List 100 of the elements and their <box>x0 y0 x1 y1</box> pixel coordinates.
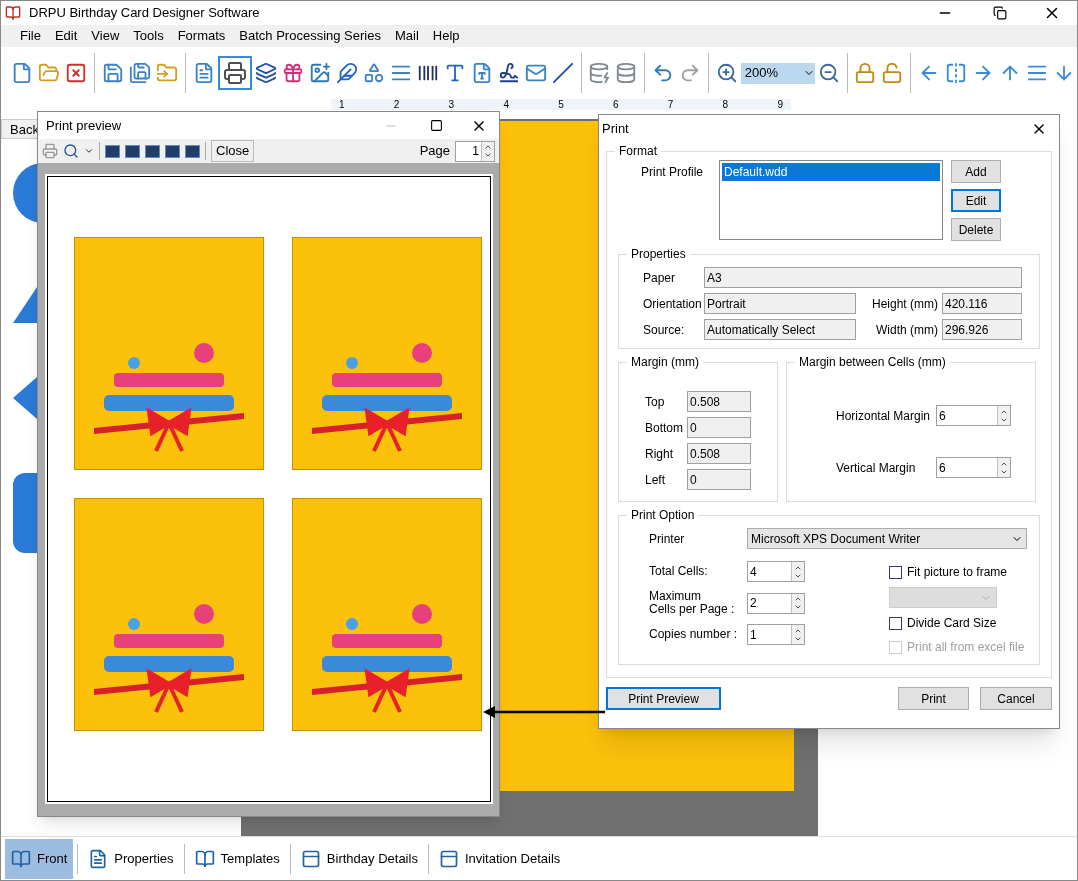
maximize-icon[interactable] <box>430 119 443 132</box>
checkbox[interactable] <box>889 565 902 579</box>
group-title: Properties <box>631 247 686 261</box>
menu-item[interactable]: Batch Processing Series <box>232 26 388 46</box>
margin-spinner[interactable]: 6 <box>936 405 1011 426</box>
field-label: Printer <box>649 530 686 548</box>
margin-field[interactable]: 0.508 <box>687 443 751 464</box>
page-layout-icon[interactable] <box>105 144 120 158</box>
checkbox-label: Fit picture to frame <box>907 564 1008 581</box>
restore-icon[interactable] <box>993 6 1007 20</box>
zoom-dropdown[interactable]: 200% <box>740 62 815 84</box>
field-label: Horizontal Margin <box>836 407 932 425</box>
margin-spinner[interactable]: 6 <box>936 457 1011 478</box>
close-icon <box>65 62 87 84</box>
field-label: Maximum Cells per Page : <box>649 590 736 616</box>
zoom-in-icon <box>715 62 738 84</box>
dialog-button[interactable]: Print Preview <box>606 687 721 710</box>
field-label: Width (mm) <box>875 321 939 339</box>
group-title: Margin (mm) <box>631 355 699 369</box>
export-folder-icon <box>155 62 178 84</box>
field-label: Vertical Margin <box>836 459 917 477</box>
bottom-tab[interactable]: Invitation Details <box>432 838 567 879</box>
lock-icon <box>854 62 877 84</box>
dialog-button[interactable]: Edit <box>951 189 1001 212</box>
dialog-button[interactable]: Delete <box>951 218 1001 241</box>
field-label: Right <box>645 445 674 463</box>
spin-arrows-icon <box>997 406 1010 425</box>
dialog-button[interactable]: Add <box>951 160 1001 183</box>
page-layout-icon[interactable] <box>185 144 200 158</box>
tab-icon <box>11 848 31 869</box>
menu-item[interactable]: Tools <box>126 26 171 46</box>
field-label: Total Cells: <box>649 565 709 578</box>
save-as-icon <box>128 62 151 84</box>
page-layout-icon[interactable] <box>165 144 180 158</box>
checkbox-label: Print all from excel file <box>907 639 1025 656</box>
checkbox[interactable] <box>889 616 902 630</box>
count-spinner[interactable]: 1 <box>747 624 805 645</box>
zoom-icon[interactable] <box>63 143 79 159</box>
print-icon[interactable] <box>42 143 58 159</box>
group-title: Print Option <box>631 508 695 522</box>
page-spinner[interactable]: 1 <box>455 140 495 162</box>
menu-item[interactable]: Help <box>425 26 467 46</box>
spin-arrows-icon <box>791 562 804 581</box>
dialog-button[interactable]: Cancel <box>980 687 1052 710</box>
field-label: Copies number : <box>649 628 739 641</box>
close-button[interactable]: Close <box>211 140 255 162</box>
count-spinner[interactable]: 4 <box>747 561 805 582</box>
shapes-icon <box>362 62 385 84</box>
signature-icon <box>497 62 520 84</box>
database-icon <box>615 62 638 84</box>
field-label: Print Profile <box>639 164 704 181</box>
profile-list[interactable]: Default.wdd <box>719 160 943 240</box>
page-label: Page <box>419 142 450 161</box>
height-field[interactable]: 420.116 <box>942 293 1022 314</box>
menu-item[interactable]: Mail <box>387 26 426 46</box>
page-layout-icon[interactable] <box>125 144 140 158</box>
bottom-tab[interactable]: Properties <box>82 838 180 879</box>
page-layout-icon[interactable] <box>145 144 160 158</box>
margin-field[interactable]: 0 <box>687 469 751 490</box>
orientation-field[interactable]: Portrait <box>704 293 856 314</box>
printer-icon <box>222 61 247 85</box>
field-label: Bottom <box>645 419 684 437</box>
new-file-icon <box>11 62 33 84</box>
group-title: Margin between Cells (mm) <box>799 355 946 369</box>
field-label: Height (mm) <box>871 295 939 313</box>
checkbox-label: Divide Card Size <box>907 615 997 632</box>
field-label: Source: <box>643 321 686 339</box>
ruler: 1 2 3 4 5 6 7 8 9 <box>331 99 791 110</box>
menu-item[interactable]: File <box>13 26 48 46</box>
profile-item[interactable]: Default.wdd <box>722 163 940 181</box>
count-spinner[interactable]: 2 <box>747 592 805 614</box>
menu-item[interactable]: Edit <box>47 26 85 46</box>
layers-icon <box>254 62 277 84</box>
dialog-button[interactable]: Print <box>898 687 969 710</box>
source-field[interactable]: Automatically Select <box>704 319 856 340</box>
image-add-icon <box>308 62 331 84</box>
line-icon <box>551 62 574 84</box>
margin-field[interactable]: 0.508 <box>687 391 751 412</box>
menu-item[interactable]: View <box>84 26 127 46</box>
paper-field[interactable]: A3 <box>704 267 1022 288</box>
field-label: Top <box>645 393 666 411</box>
bottom-tab[interactable]: Birthday Details <box>294 838 424 879</box>
bottom-tab[interactable]: Templates <box>188 838 286 879</box>
spin-arrows-icon <box>791 625 804 644</box>
mail-icon <box>524 62 547 84</box>
pen-icon <box>335 62 358 84</box>
unlock-icon <box>881 62 904 84</box>
spin-arrows-icon <box>997 458 1010 477</box>
print-toolbar-button[interactable] <box>217 56 252 90</box>
bottom-tab[interactable]: Front <box>5 838 74 879</box>
group-title: Format <box>619 144 657 158</box>
tab-icon <box>194 848 215 869</box>
printer-dropdown[interactable]: Microsoft XPS Document Writer <box>747 528 1027 549</box>
window-title: Print preview <box>46 116 123 135</box>
field-label: Paper <box>643 269 677 287</box>
width-field[interactable]: 296.926 <box>942 319 1022 340</box>
menu-item[interactable]: Formats <box>170 26 233 46</box>
margin-field[interactable]: 0 <box>687 417 751 438</box>
tab-icon <box>300 848 321 869</box>
field-label: Orientation <box>643 295 703 313</box>
